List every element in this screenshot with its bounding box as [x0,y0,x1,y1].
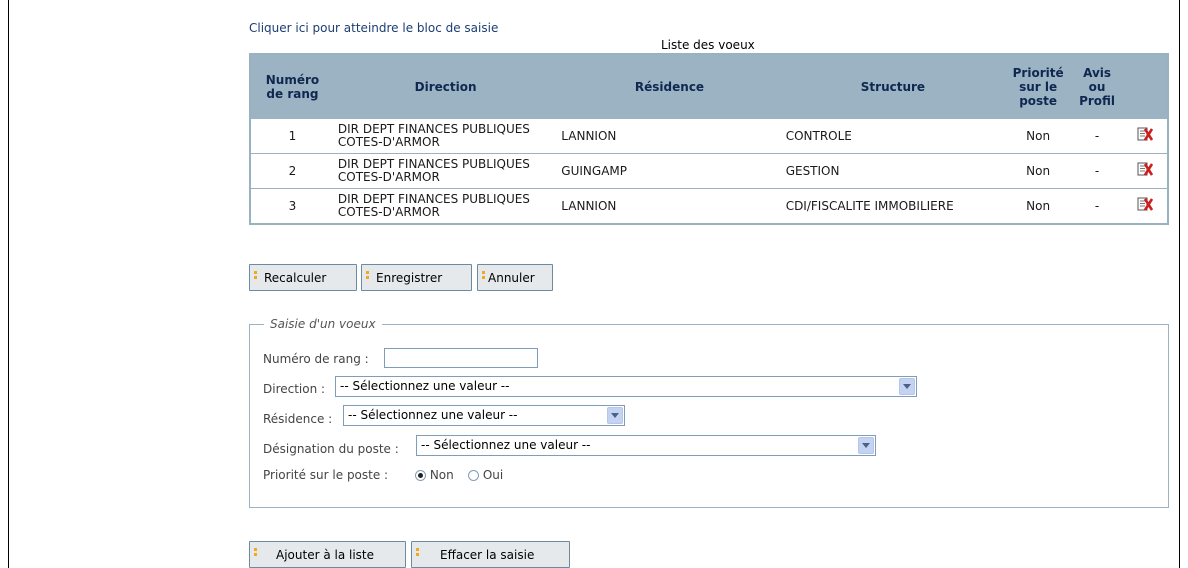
recalculer-button[interactable]: Recalculer [249,264,357,291]
table-row: 3 DIR DEPT FINANCES PUBLIQUES COTES-D'ARMO… [250,189,1168,225]
header-structure: Structure [781,54,1005,119]
cell-residence: LANNION [561,198,617,213]
cell-direction: DIR DEPT FINANCES PUBLIQUES COTES-D'ARMOR [333,153,558,189]
cell-actions [1122,153,1168,189]
chevron-down-icon [607,407,623,424]
cell-direction: DIR DEPT FINANCES PUBLIQUES COTES-D'ARMOR [337,192,530,219]
priorite-radio-oui[interactable]: Oui [468,468,503,482]
chevron-down-icon [858,437,874,454]
cell-rang: 2 [250,153,334,189]
radio-button[interactable] [415,470,426,481]
ajouter-button[interactable]: Ajouter à la liste [249,541,406,568]
cell-residence: GUINGAMP [557,153,782,189]
delete-row-icon[interactable] [1137,127,1153,142]
delete-row-icon[interactable] [1137,162,1153,177]
priorite-label: Priorité sur le poste : [263,468,389,482]
table-row: 1 DIR DEPT FINANCES PUBLIQUES COTES-D'ARMO… [250,119,1168,154]
header-direction: Direction [333,54,558,119]
saisie-legend: Saisie d'un voeux [270,317,376,331]
cell-actions [1122,119,1168,154]
header-avis: Avis ou Profil [1072,54,1123,119]
cell-priorite: Non [1004,119,1073,154]
cell-rang: 1 [250,119,334,154]
annuler-button[interactable]: Annuler [477,264,553,291]
bullet-icon [416,548,420,560]
cell-structure: CONTROLE [781,119,1005,154]
designation-label: Désignation du poste : [263,442,399,456]
cell-actions [1122,189,1168,225]
header-priorite: Priorité sur le poste [1004,54,1073,119]
header-residence: Résidence [557,54,782,119]
direction-select[interactable]: -- Sélectionnez une valeur -- [335,376,917,397]
cell-structure: CDI/FISCALITE IMMOBILIERE [785,198,954,213]
bullet-icon [254,271,258,283]
header-rang: Numéro de rang [250,54,334,119]
residence-label: Résidence : [263,412,333,426]
cell-structure: GESTION [781,153,1005,189]
cell-avis: - [1072,119,1123,154]
bullet-icon [254,548,258,560]
header-actions [1122,54,1168,119]
residence-select[interactable]: -- Sélectionnez une valeur -- [343,405,625,426]
table-caption: Liste des voeux [661,38,755,52]
cell-avis: - [1094,198,1100,213]
table-header-row: Numéro de rang Direction Résidence Struct… [250,54,1168,119]
bullet-icon [366,271,370,283]
designation-select[interactable]: -- Sélectionnez une valeur -- [416,435,876,456]
skip-to-form-link[interactable]: Cliquer ici pour atteindre le bloc de sa… [249,21,498,35]
table-row: 2 DIR DEPT FINANCES PUBLIQUES COTES-D'ARMO… [250,153,1168,189]
radio-button[interactable] [468,470,479,481]
delete-row-icon[interactable] [1137,197,1153,212]
cell-residence: LANNION [557,119,782,154]
direction-label: Direction : [263,382,326,396]
enregistrer-button[interactable]: Enregistrer [361,264,472,291]
rang-input[interactable] [384,348,538,368]
cell-priorite: Non [1026,198,1051,213]
cell-direction: DIR DEPT FINANCES PUBLIQUES COTES-D'ARMOR [333,119,558,154]
priorite-radio-non[interactable]: Non [415,468,454,482]
cell-rang: 3 [288,198,297,213]
voeux-table: Numéro de rang Direction Résidence Struct… [249,53,1169,225]
chevron-down-icon [899,378,915,395]
cell-priorite: Non [1004,153,1073,189]
effacer-button[interactable]: Effacer la saisie [411,541,570,568]
cell-avis: - [1072,153,1123,189]
rang-label: Numéro de rang : [263,352,369,366]
bullet-icon [482,271,486,283]
